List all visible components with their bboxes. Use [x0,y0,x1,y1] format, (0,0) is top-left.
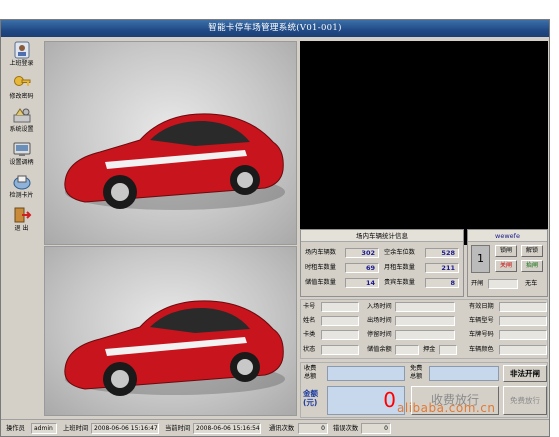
stats-title: 场内车辆统计信息 [301,230,463,242]
stat-value: 211 [425,263,459,273]
illegal-open-button[interactable]: 非法开闸 [503,365,547,382]
current-time-label: 当前时间 [165,425,191,432]
stat-value: 528 [425,248,459,258]
shift-time-value: 2008-06-06 15:16:47 [91,423,159,434]
no-car-label: 无车 [525,280,538,287]
change-password-button[interactable]: 修改密码 [3,72,40,103]
card-number-label: 卡号 [303,303,316,310]
car-image [64,300,285,396]
stat-value: 14 [345,278,379,288]
gate-title: wewefe [468,230,547,242]
status-label: 状态 [303,346,316,353]
sidebar-item-label: 系统设置 [9,126,34,133]
sidebar: 上班登录 修改密码 系统设置 设置调柄 检测卡片 退 出 [3,39,40,251]
deposit-field [439,345,457,355]
valid-date-label: 有效日期 [469,303,494,310]
exit-camera-snapshot [44,246,297,416]
plate-number-label: 车牌号码 [469,331,494,338]
shift-time-label: 上班时间 [63,425,89,432]
main-window: 智能卡停车场管理系统(V01-001) 上班登录 修改密码 系统设置 设置调柄 … [0,19,550,437]
valid-date-field [499,302,547,312]
sidebar-item-label: 修改密码 [9,93,34,100]
key-icon [13,76,30,86]
sidebar-item-label: 退 出 [14,225,29,232]
lift-gate-button[interactable]: 抬闸 [521,260,543,272]
operator-value: admin [31,423,57,434]
device-settings-button[interactable]: 设置调柄 [3,138,40,169]
exit-icon [14,207,31,223]
gate-status-field [488,279,518,289]
exit-time-label: 出场时间 [367,317,392,324]
gate-number: 1 [471,245,490,273]
stat-label: 月租车数量 [384,264,415,271]
card-info-panel: 卡号 入场时间 有效日期 姓名 出场时间 车辆型号 卡类 停留时间 车牌号码 状… [300,299,548,359]
name-field [321,316,359,326]
free-total-field[interactable] [429,366,499,381]
vehicle-stats-panel: 场内车辆统计信息 场内车辆数 302 空余车位数 528 时租车数量 69 月租… [300,229,464,297]
card-type-label: 卡类 [303,331,316,338]
stat-value: 302 [345,248,379,258]
comm-count-label: 通讯次数 [269,425,295,432]
card-reader-icon [13,175,30,190]
fee-total-field[interactable] [327,366,405,381]
exit-button[interactable]: 退 出 [3,204,40,235]
amount-display: 0 [327,386,405,415]
error-count-value: 0 [361,423,391,434]
device-icon [13,142,30,156]
deposit-label: 押金 [423,346,436,353]
watermark: alibaba.com.cn [397,401,496,415]
card-type-field [321,330,359,340]
fee-total-label: 收费 总额 [304,365,317,380]
gate-control-panel: wewefe 1 锁闸 解锁 关闸 抬闸 开闸 无车 [467,229,548,297]
stat-value: 8 [425,278,459,288]
vehicle-color-field [499,345,547,355]
free-release-button[interactable]: 免费放行 [503,386,547,415]
window-title: 智能卡停车场管理系统(V01-001) [1,20,549,37]
vehicle-model-label: 车辆型号 [469,317,494,324]
entry-time-label: 入场时间 [367,303,392,310]
close-gate-button[interactable]: 关闸 [495,260,517,272]
amount-label: 金额 (元) [303,389,318,407]
gate-open-label: 开闸 [471,280,484,287]
entry-time-field [395,302,455,312]
camera-video-feed [300,41,548,245]
check-card-button[interactable]: 检测卡片 [3,171,40,202]
id-card-icon [14,41,29,59]
stat-label: 空余车位数 [384,249,415,256]
gear-icon [13,108,30,123]
current-time-value: 2008-06-06 15:16:54 [193,423,261,434]
error-count-label: 错误次数 [333,425,359,432]
stat-label: 储值车数量 [305,279,336,286]
entrance-camera-snapshot [44,41,297,245]
system-settings-button[interactable]: 系统设置 [3,105,40,136]
stat-label: 场内车辆数 [305,249,336,256]
stay-time-field [395,330,455,340]
comm-count-value: 0 [298,423,328,434]
stat-label: 时租车数量 [305,264,336,271]
status-bar: 操作员 admin 上班时间 2008-06-06 15:16:47 当前时间 … [1,419,549,436]
balance-label: 储值余额 [367,346,392,353]
exit-time-field [395,316,455,326]
sidebar-item-label: 上班登录 [9,60,34,67]
sidebar-item-label: 设置调柄 [9,159,34,166]
card-number-field [321,302,359,312]
status-field [321,345,359,355]
stat-value: 69 [345,263,379,273]
operator-label: 操作员 [6,425,25,432]
plate-number-field [499,330,547,340]
vehicle-model-field [499,316,547,326]
car-image [64,113,285,210]
vehicle-color-label: 车辆颜色 [469,346,494,353]
stay-time-label: 停留时间 [367,331,392,338]
stat-label: 贵宾车数量 [384,279,415,286]
free-total-label: 免费 总额 [410,365,423,380]
sidebar-item-label: 检测卡片 [9,192,34,199]
unlock-gate-button[interactable]: 解锁 [521,245,543,257]
balance-field [395,345,419,355]
login-button[interactable]: 上班登录 [3,39,40,70]
lock-gate-button[interactable]: 锁闸 [495,245,517,257]
name-label: 姓名 [303,317,316,324]
